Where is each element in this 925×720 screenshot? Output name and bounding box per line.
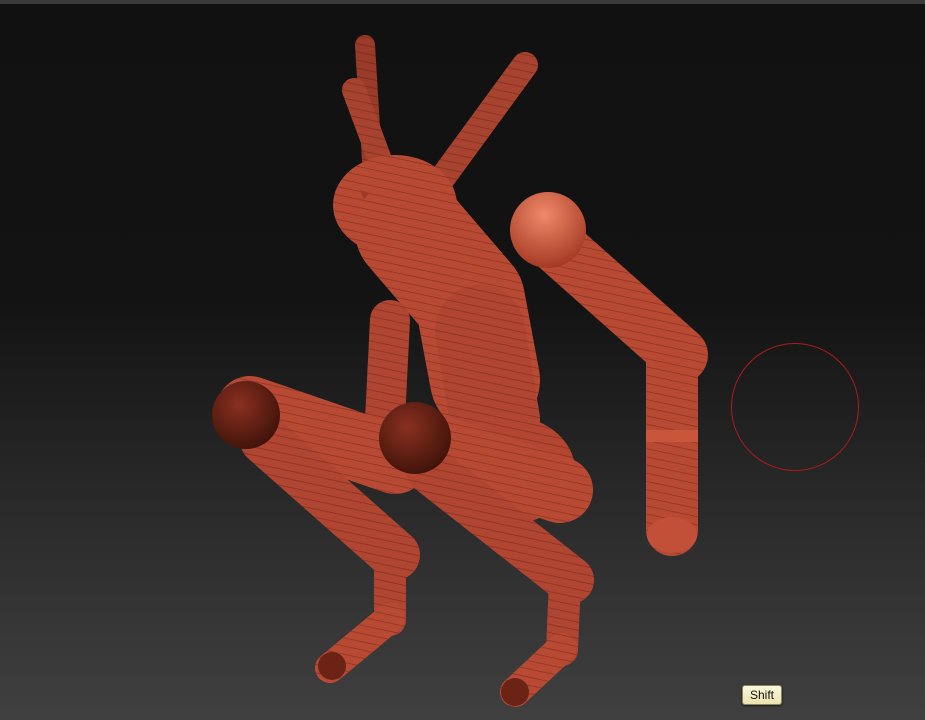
sculpt-viewport[interactable]: Shift <box>0 0 925 720</box>
left-leg <box>212 376 429 683</box>
horn-left <box>342 35 392 172</box>
brush-cursor-circle <box>731 343 859 471</box>
modifier-key-tooltip: Shift <box>742 685 783 705</box>
left-arm <box>365 300 410 440</box>
torso <box>355 175 540 465</box>
